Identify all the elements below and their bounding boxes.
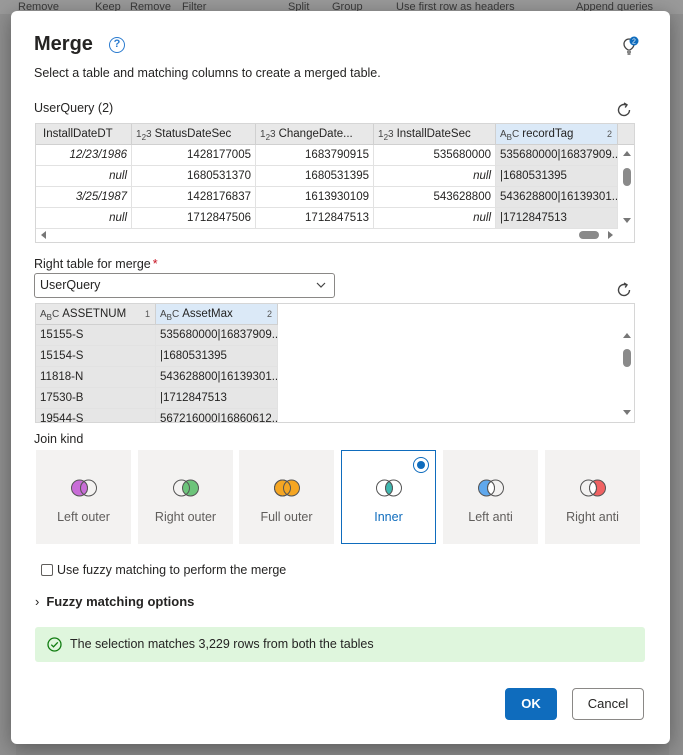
table-cell: null: [36, 208, 132, 229]
right-table-vertical-scrollbar[interactable]: [620, 328, 634, 420]
left-table-vertical-scrollbar[interactable]: [620, 146, 634, 228]
join-option-label: Full outer: [260, 510, 313, 524]
join-option-right-outer[interactable]: Right outer: [138, 450, 233, 544]
help-icon[interactable]: ?: [109, 37, 125, 53]
join-option-label: Right anti: [566, 510, 619, 524]
scroll-down-icon[interactable]: [623, 218, 631, 223]
scroll-thumb[interactable]: [623, 349, 631, 367]
fuzzy-matching-options-toggle[interactable]: › Fuzzy matching options: [35, 594, 194, 609]
venn-right-outer-icon: [173, 479, 199, 497]
venn-left-outer-icon: [71, 479, 97, 497]
scroll-up-icon[interactable]: [623, 151, 631, 156]
table-cell: 543628800: [374, 187, 496, 208]
ok-button[interactable]: OK: [505, 688, 557, 720]
dialog-subtitle: Select a table and matching columns to c…: [34, 66, 381, 80]
table-cell: 1680531370: [132, 166, 256, 187]
join-kind-label: Join kind: [34, 432, 84, 446]
table-cell: 1680531395: [256, 166, 374, 187]
scroll-right-icon[interactable]: [608, 231, 613, 239]
chevron-down-icon: [316, 282, 326, 288]
table-cell: 543628800|16139301...: [496, 187, 618, 208]
right-table-selected: UserQuery: [40, 278, 101, 292]
table-cell: 1712847506: [132, 208, 256, 229]
join-option-right-anti[interactable]: Right anti: [545, 450, 640, 544]
column-header-filler: [618, 124, 634, 145]
column-header-installdatesec[interactable]: 123 InstallDateSec: [374, 124, 496, 145]
venn-full-outer-icon: [274, 479, 300, 497]
left-table-label: UserQuery (2): [34, 101, 114, 115]
check-circle-icon: [47, 637, 62, 652]
column-header-recordtag[interactable]: ABC recordTag 2: [496, 124, 618, 145]
column-header-installdatedt[interactable]: InstallDateDT: [36, 124, 132, 145]
table-cell: 1613930109: [256, 187, 374, 208]
fuzzy-matching-label: Use fuzzy matching to perform the merge: [57, 563, 287, 577]
match-status-text: The selection matches 3,229 rows from bo…: [70, 637, 374, 651]
refresh-left-icon[interactable]: [615, 101, 633, 119]
table-cell: 3/25/1987: [36, 187, 132, 208]
table-cell: 15155-S: [36, 325, 156, 346]
scroll-up-icon[interactable]: [623, 333, 631, 338]
table-cell: 1683790915: [256, 145, 374, 166]
right-table-preview: ABC ASSETNUM 1 ABC AssetMax 2 15155-S 5356…: [35, 303, 635, 423]
match-status-banner: The selection matches 3,229 rows from bo…: [35, 627, 645, 662]
column-header-changedate[interactable]: 123 ChangeDate...: [256, 124, 374, 145]
chevron-right-icon: ›: [35, 594, 40, 609]
scroll-thumb[interactable]: [579, 231, 599, 239]
table-cell: 19544-S: [36, 409, 156, 422]
join-option-left-outer[interactable]: Left outer: [36, 450, 131, 544]
table-cell: 12/23/1986: [36, 145, 132, 166]
venn-right-anti-icon: [580, 479, 606, 497]
scroll-down-icon[interactable]: [623, 410, 631, 415]
table-cell: null: [374, 208, 496, 229]
column-header-statusdatesec[interactable]: 123 StatusDateSec: [132, 124, 256, 145]
join-option-label: Right outer: [154, 510, 217, 524]
venn-inner-icon: [376, 479, 402, 497]
table-cell: 11818-N: [36, 367, 156, 388]
join-option-left-anti[interactable]: Left anti: [443, 450, 538, 544]
table-cell: 1428176837: [132, 187, 256, 208]
cancel-button[interactable]: Cancel: [572, 688, 644, 720]
venn-left-anti-icon: [478, 479, 504, 497]
table-cell: null: [374, 166, 496, 187]
table-cell: null: [36, 166, 132, 187]
table-cell: 535680000|16837909...: [496, 145, 618, 166]
merge-dialog: Merge ? 2 Select a table and matching co…: [11, 11, 670, 744]
lightbulb-icon[interactable]: 2: [621, 36, 639, 56]
join-option-label: Left anti: [468, 510, 513, 524]
dialog-title: Merge: [34, 33, 93, 55]
table-cell: 535680000|16837909...: [156, 325, 278, 346]
table-cell: |1712847513: [156, 388, 278, 409]
background-right-pane: [669, 14, 683, 755]
fuzzy-matching-checkbox[interactable]: [41, 564, 53, 576]
right-table-dropdown[interactable]: UserQuery: [34, 273, 335, 298]
left-table-horizontal-scrollbar[interactable]: [36, 228, 618, 242]
selected-radio-icon: [413, 457, 429, 473]
table-cell: 15154-S: [36, 346, 156, 367]
table-cell: 535680000: [374, 145, 496, 166]
column-header-assetmax[interactable]: ABC AssetMax 2: [156, 304, 278, 325]
table-cell: 567216000|16860612...: [156, 409, 278, 422]
fuzzy-matching-checkbox-row[interactable]: Use fuzzy matching to perform the merge: [41, 563, 286, 577]
right-table-label: Right table for merge *: [34, 257, 158, 271]
scroll-left-icon[interactable]: [41, 231, 46, 239]
table-cell: 1428177005: [132, 145, 256, 166]
table-cell: 543628800|16139301...: [156, 367, 278, 388]
table-cell: |1680531395: [496, 166, 618, 187]
join-option-label: Inner: [374, 510, 403, 524]
table-cell: |1712847513: [496, 208, 618, 229]
left-table-preview: InstallDateDT 123 StatusDateSec 123 Change…: [35, 123, 635, 243]
table-cell: |1680531395: [156, 346, 278, 367]
table-cell: 1712847513: [256, 208, 374, 229]
table-cell: 17530-B: [36, 388, 156, 409]
bulb-badge: 2: [632, 39, 636, 46]
column-header-assetnum[interactable]: ABC ASSETNUM 1: [36, 304, 156, 325]
scroll-thumb[interactable]: [623, 168, 631, 186]
join-option-label: Left outer: [57, 510, 110, 524]
join-option-inner[interactable]: Inner: [341, 450, 436, 544]
refresh-right-icon[interactable]: [615, 281, 633, 299]
join-option-full-outer[interactable]: Full outer: [239, 450, 334, 544]
